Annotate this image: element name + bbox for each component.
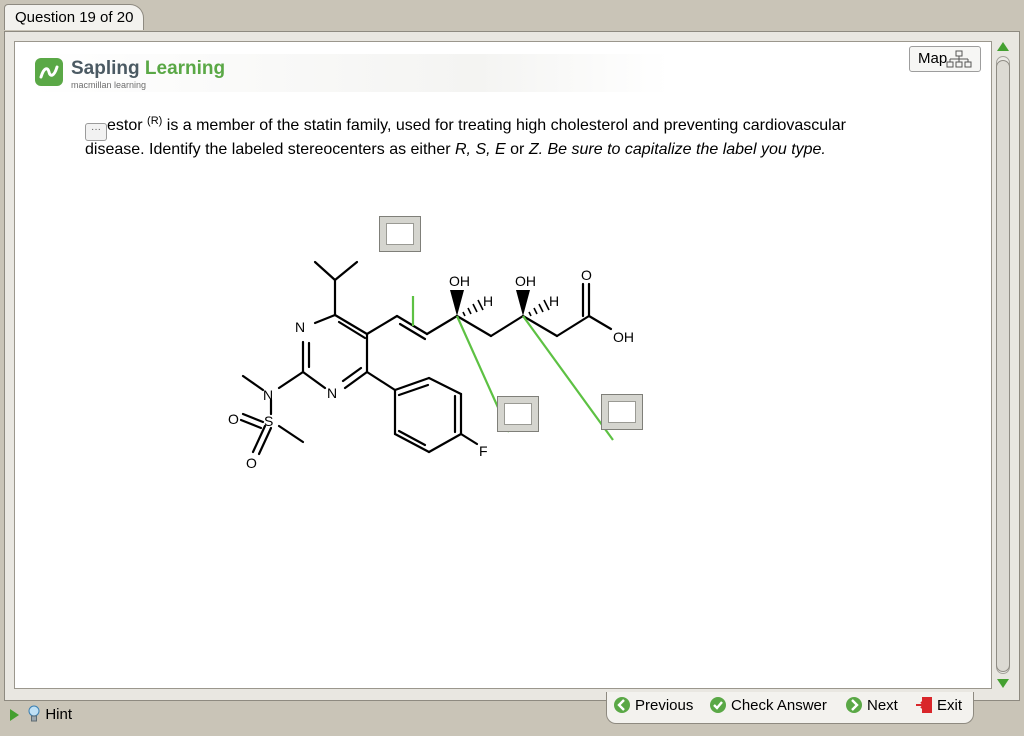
atom-o-acid: O [581, 267, 592, 283]
scroll-thumb[interactable] [996, 60, 1010, 672]
scroll-down-arrow-icon[interactable] [997, 679, 1009, 688]
sitemap-icon [946, 50, 972, 68]
map-label: Map [918, 50, 948, 67]
hint-button[interactable]: Hint [10, 704, 72, 726]
question-text: ··· estor (R) is a member of the statin f… [85, 115, 846, 158]
lightbulb-icon [28, 705, 40, 722]
question-frame: Sapling Learning macmillan learning Map … [4, 31, 1020, 701]
hint-label: Hint [45, 706, 73, 723]
atom-oh1: OH [449, 273, 470, 289]
brand-name: Sapling Learning [71, 58, 226, 79]
vertical-scrollbar[interactable] [994, 38, 1012, 692]
expand-arrow-icon [10, 709, 19, 722]
scroll-up-arrow-icon[interactable] [997, 42, 1009, 51]
answer-box-alkene[interactable] [379, 216, 421, 252]
brand-subtitle: macmillan learning [71, 80, 147, 90]
question-tab: Question 19 of 20 [4, 4, 144, 30]
comment-icon[interactable]: ··· [85, 123, 107, 141]
answer-box-c5[interactable] [497, 396, 539, 432]
brand-header: Sapling Learning macmillan learning [29, 54, 669, 92]
checkmark-icon [710, 697, 726, 713]
atom-o1: O [228, 411, 239, 427]
atom-h1: H [483, 293, 493, 309]
question-content: Sapling Learning macmillan learning Map … [14, 41, 992, 689]
exit-door-icon [916, 697, 932, 713]
next-button[interactable]: Next [845, 696, 898, 716]
rosuvastatin-structure: N N N S O O F OH OH H H O OH [228, 260, 634, 471]
check-answer-button[interactable]: Check Answer [709, 696, 827, 716]
atom-n1: N [295, 319, 305, 335]
sapling-logo-icon [35, 58, 63, 86]
answer-box-c3[interactable] [601, 394, 643, 430]
exit-button[interactable]: Exit [915, 696, 962, 716]
navigation-bar: Previous Check Answer Next Exit [606, 692, 974, 724]
atom-n3: N [263, 387, 273, 403]
answer-input-c5[interactable] [504, 403, 532, 425]
atom-f: F [479, 443, 488, 459]
map-button[interactable]: Map [909, 46, 981, 72]
atom-oh2: OH [515, 273, 536, 289]
answer-input-alkene[interactable] [386, 223, 414, 245]
atom-o2: O [246, 455, 257, 471]
arrow-left-icon [614, 697, 630, 713]
answer-input-c3[interactable] [608, 401, 636, 423]
atom-n2: N [327, 385, 337, 401]
atom-oh3: OH [613, 329, 634, 345]
arrow-right-icon [846, 697, 862, 713]
atom-h2: H [549, 293, 559, 309]
atom-s: S [264, 413, 273, 429]
previous-button[interactable]: Previous [613, 696, 693, 716]
